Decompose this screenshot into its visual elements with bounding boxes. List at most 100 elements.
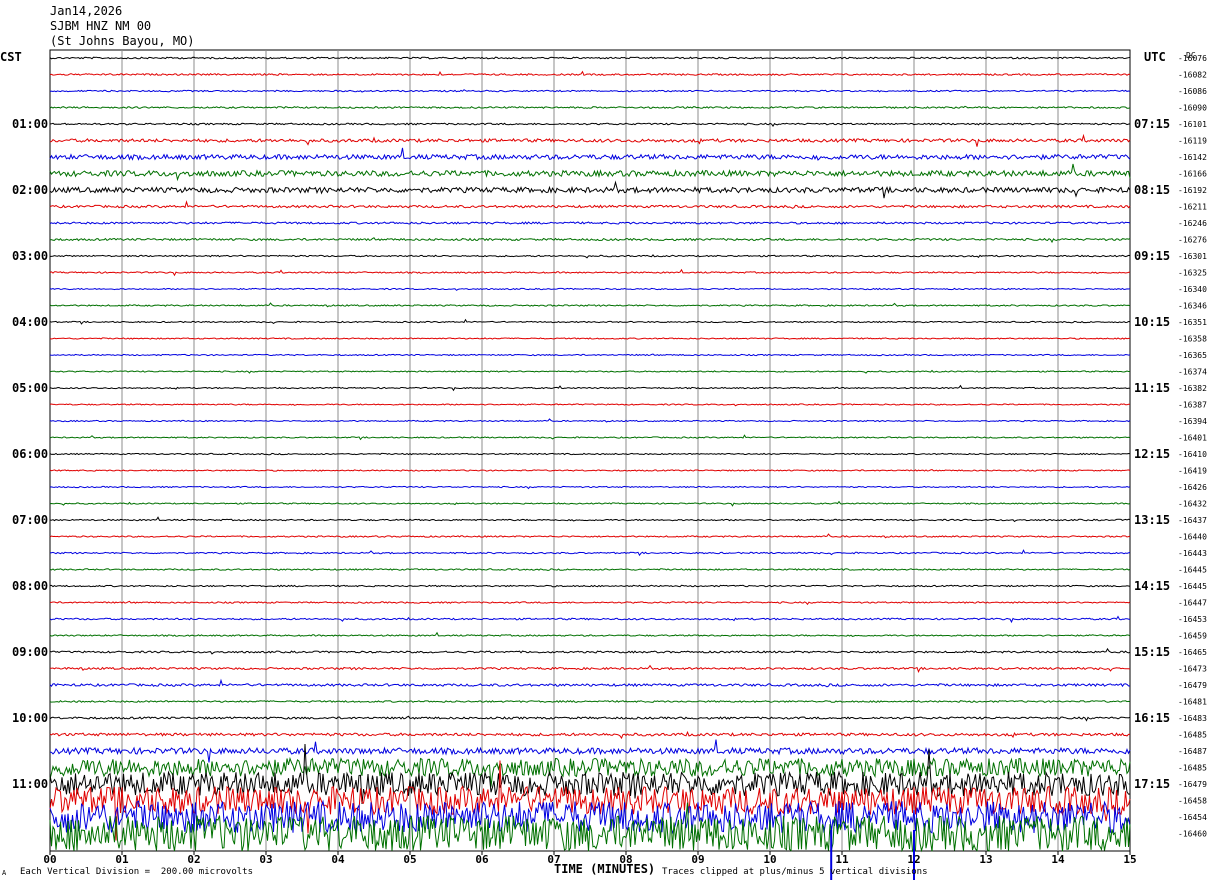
- x-tick-label: 09: [691, 853, 704, 866]
- dc-offset-label: -16401: [1178, 434, 1207, 443]
- dc-offset-label: -16487: [1178, 747, 1207, 756]
- trace-line: [49, 384, 1131, 392]
- right-hour-label: 14:15: [1134, 579, 1170, 593]
- dc-offset-label: -16445: [1178, 566, 1207, 575]
- trace-line: [49, 584, 1131, 588]
- trace-line: [49, 452, 1131, 456]
- x-tick-label: 13: [979, 853, 992, 866]
- trace-line: [49, 434, 1131, 441]
- dc-offset-label: -16485: [1178, 731, 1207, 740]
- x-tick-label: 02: [187, 853, 200, 866]
- left-hour-label: 03:00: [12, 249, 48, 263]
- right-hour-label: 16:15: [1134, 711, 1170, 725]
- dc-offset-label: -16119: [1178, 137, 1207, 146]
- x-tick-label: 03: [259, 853, 272, 866]
- trace-line: [49, 302, 1131, 308]
- trace-line: [49, 369, 1130, 374]
- trace-line: [49, 730, 1131, 740]
- right-hour-label: 12:15: [1134, 447, 1170, 461]
- dc-offset-label: -16374: [1178, 368, 1207, 377]
- scale-note: Each Vertical Division = 200.00 microvol…: [20, 867, 253, 877]
- x-tick-label: 00: [43, 853, 56, 866]
- trace-line: [49, 237, 1131, 244]
- dc-offset-label: -16454: [1178, 813, 1207, 822]
- dc-offset-label: -16346: [1178, 302, 1207, 311]
- dc-offset-label: -16101: [1178, 120, 1207, 129]
- trace-line: [49, 647, 1131, 655]
- dc-offset-label: -16473: [1178, 665, 1207, 674]
- left-hour-label: 04:00: [12, 315, 48, 329]
- dc-offset-label: -16481: [1178, 698, 1207, 707]
- trace-line: [49, 89, 1131, 93]
- dc-offset-label: -16301: [1178, 252, 1207, 261]
- left-hour-label: 08:00: [12, 579, 48, 593]
- right-hour-label: 08:15: [1134, 183, 1170, 197]
- clip-note: Traces clipped at plus/minus 5 vertical …: [662, 867, 928, 877]
- left-hour-label: 07:00: [12, 513, 48, 527]
- right-hour-label: 07:15: [1134, 117, 1170, 131]
- trace-line: [49, 516, 1131, 523]
- left-hour-label: 05:00: [12, 381, 48, 395]
- trace-line: [49, 200, 1131, 209]
- trace-line: [49, 221, 1131, 225]
- dc-offset-label: -16419: [1178, 467, 1207, 476]
- right-hour-label: 13:15: [1134, 513, 1170, 527]
- trace-line: [49, 353, 1131, 357]
- trace-line: [49, 133, 1131, 147]
- dc-offset-label: -16365: [1178, 351, 1207, 360]
- plot-frame: [49, 49, 1131, 852]
- x-tick-label: 01: [115, 853, 129, 866]
- left-hour-label: 11:00: [12, 777, 48, 791]
- dc-offset-label: -16166: [1178, 170, 1207, 179]
- dc-offset-label: -16453: [1178, 615, 1207, 624]
- x-tick-label: 11: [835, 853, 849, 866]
- dc-offset-label: -16437: [1178, 516, 1207, 525]
- dc-offset-label: -16142: [1178, 153, 1207, 162]
- x-tick-label: 15: [1123, 853, 1136, 866]
- trace-line: [49, 180, 1131, 199]
- trace-line: [49, 699, 1131, 704]
- trace-line: [49, 268, 1131, 277]
- dc-offset-label: -16394: [1178, 417, 1207, 426]
- trace-line: [49, 147, 1131, 161]
- left-hour-label: 02:00: [12, 183, 48, 197]
- left-hour-label: 09:00: [12, 645, 48, 659]
- left-hour-label: 10:00: [12, 711, 48, 725]
- dc-offset-label: -16410: [1178, 450, 1207, 459]
- dc-offset-label: -16086: [1178, 87, 1207, 96]
- right-hour-label: 09:15: [1134, 249, 1170, 263]
- right-hour-label: 15:15: [1134, 645, 1170, 659]
- dc-offset-label: -16460: [1178, 830, 1207, 839]
- trace-line: [49, 678, 1131, 688]
- x-axis-title: TIME (MINUTES): [554, 862, 656, 876]
- dc-offset-label: -16432: [1178, 500, 1207, 509]
- corner-mark: A: [2, 869, 7, 877]
- trace-line: [50, 600, 1131, 606]
- trace-line: [49, 418, 1131, 423]
- right-hour-label: 11:15: [1134, 381, 1170, 395]
- dc-offset-label: -16440: [1178, 533, 1207, 542]
- trace-line: [49, 56, 1131, 60]
- trace-line: [50, 254, 1131, 259]
- left-hour-label: 06:00: [12, 447, 48, 461]
- dc-offset-label: -16211: [1178, 203, 1207, 212]
- helicorder-plot: 00010203040506070809101112131415-16076-1…: [12, 49, 1207, 880]
- dc-offset-label: -16458: [1178, 797, 1207, 806]
- trace-line: [49, 105, 1131, 109]
- trace-line: [49, 485, 1131, 490]
- trace-line: [49, 70, 1131, 76]
- dc-header-label: DC: [1186, 51, 1196, 60]
- dc-offset-label: -16358: [1178, 335, 1207, 344]
- trace-line: [49, 739, 1131, 763]
- trace-line: [49, 533, 1131, 539]
- trace-line: [49, 756, 1131, 787]
- dc-offset-label: -16445: [1178, 582, 1207, 591]
- x-tick-label: 04: [331, 853, 345, 866]
- dc-offset-label: -16459: [1178, 632, 1207, 641]
- trace-line: [49, 715, 1131, 722]
- left-hour-label: 01:00: [12, 117, 48, 131]
- trace-line: [49, 631, 1131, 637]
- dc-offset-label: -16351: [1178, 318, 1207, 327]
- dc-offset-label: -16443: [1178, 549, 1207, 558]
- right-hour-label: 17:15: [1134, 777, 1170, 791]
